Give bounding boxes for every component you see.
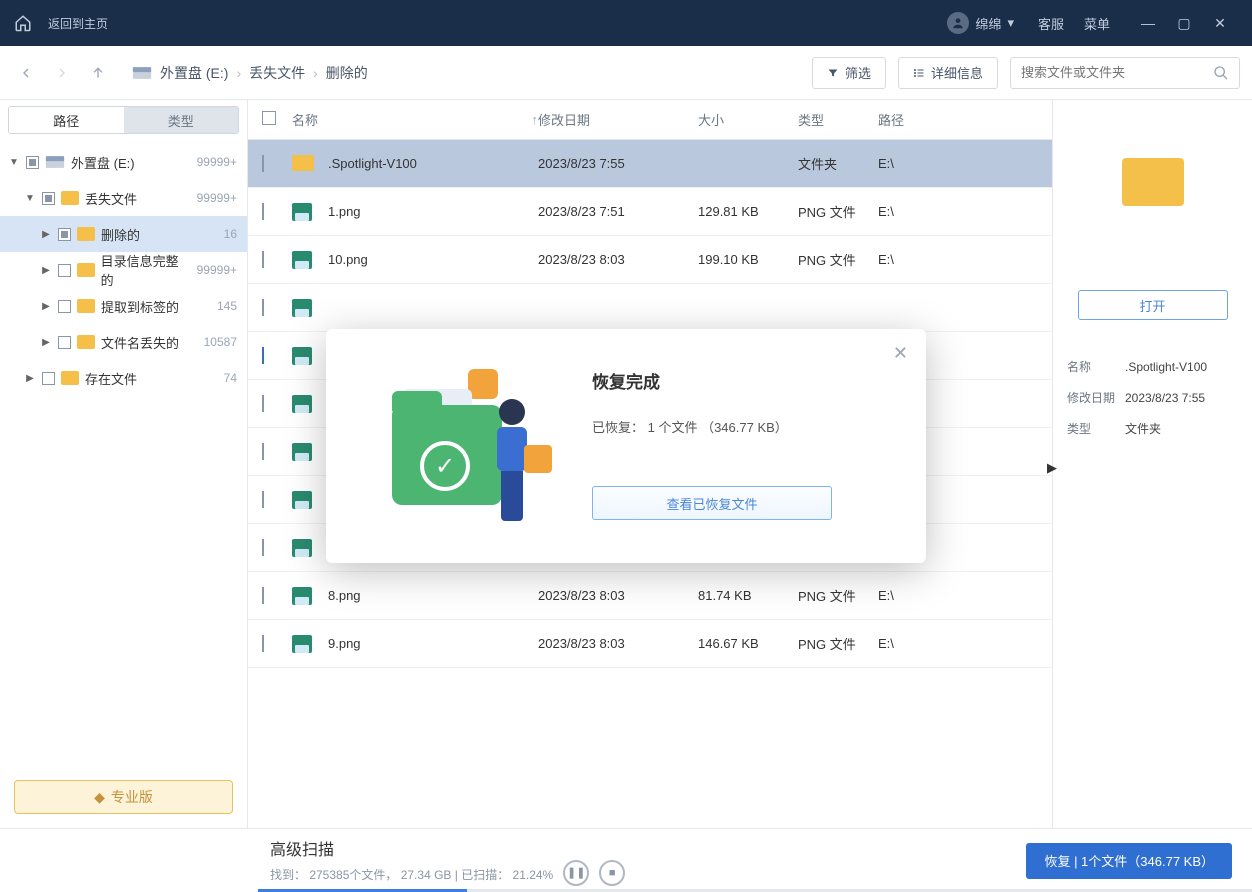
modal-title: 恢复完成 (592, 368, 890, 393)
modal-illustration: ✓ (362, 359, 562, 529)
modal-overlay: ✕ ✓ 恢复完成 已恢复： 1 个文件 （346.77 KB） 查看已恢复文件 (0, 0, 1252, 892)
recovery-complete-modal: ✕ ✓ 恢复完成 已恢复： 1 个文件 （346.77 KB） 查看已恢复文件 (326, 329, 926, 563)
view-recovered-button[interactable]: 查看已恢复文件 (592, 486, 832, 520)
modal-close-button[interactable]: ✕ (893, 343, 908, 364)
modal-message: 已恢复： 1 个文件 （346.77 KB） (592, 417, 890, 436)
